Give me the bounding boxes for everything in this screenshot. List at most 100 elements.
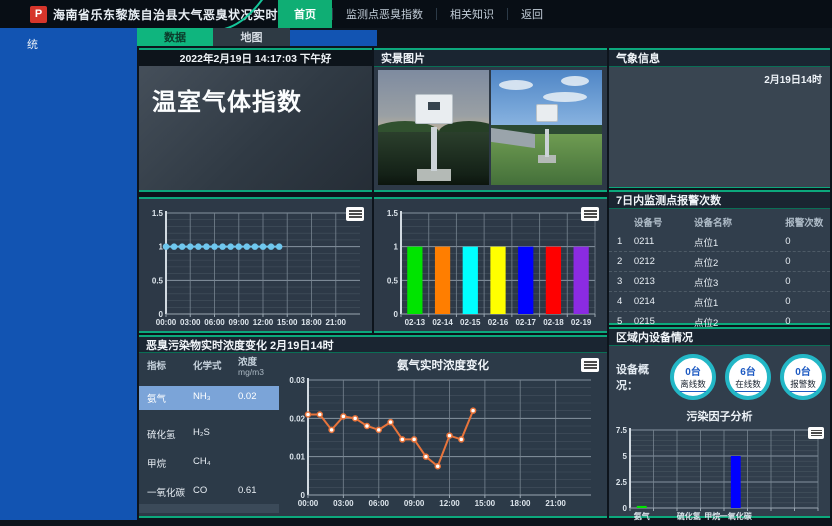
dashboard: P 海南省乐东黎族自治县大气恶臭状况实时发布系 首页 监测点恶臭指数 相关知识 … (0, 0, 832, 520)
svg-text:06:00: 06:00 (204, 318, 225, 327)
ammonia-chart-area: 氨气实时浓度变化 00.010.020.0300:0003:0006:0009:… (279, 353, 607, 513)
svg-text:12:00: 12:00 (253, 318, 274, 327)
panel-area-devices: 区域内设备情况 设备概况： 0台 离线数 6台 在线数 0台 报警数 污染因子分… (609, 327, 830, 518)
ammonia-chart-title: 氨气实时浓度变化 (279, 353, 607, 373)
devices-panel-title: 区域内设备情况 (609, 329, 830, 346)
tabbar-blue-strip (290, 30, 377, 46)
svg-text:21:00: 21:00 (326, 318, 347, 327)
pollutant-table: 指标 化学式 浓度 mg/m3 氨气 NH₃ 0.02 硫化氢 H₂S (139, 353, 279, 513)
table-row: 1 0211 点位1 0 (609, 232, 830, 252)
svg-text:0.03: 0.03 (289, 376, 305, 385)
svg-text:09:00: 09:00 (404, 499, 425, 508)
teal-curve-decoration (218, 0, 278, 28)
photo-gallery (374, 67, 607, 188)
device-overview-label: 设备概况： (616, 361, 670, 393)
nav-item-odor-index[interactable]: 监测点恶臭指数 (333, 1, 436, 27)
weather-body: 2月19日14时 (609, 67, 830, 187)
svg-text:1: 1 (394, 243, 399, 252)
photos-panel-title: 实景图片 (374, 50, 607, 67)
app-logo-icon: P (30, 6, 47, 23)
panel-alarm-counts: 7日内监测点报警次数 设备号 设备名称 报警次数 1 0211 点位1 0 (609, 190, 830, 325)
tab-data[interactable]: 数据 (137, 28, 213, 46)
nav-item-knowledge[interactable]: 相关知识 (437, 1, 507, 27)
chart-menu-icon[interactable] (346, 207, 364, 221)
svg-text:1.5: 1.5 (152, 209, 164, 218)
svg-text:0.5: 0.5 (152, 276, 164, 285)
svg-text:0: 0 (394, 310, 399, 319)
top-bar: P 海南省乐东黎族自治县大气恶臭状况实时发布系 首页 监测点恶臭指数 相关知识 … (0, 0, 832, 28)
table-row: 2 0212 点位2 0 (609, 252, 830, 272)
svg-text:02-15: 02-15 (460, 318, 481, 327)
pollutants-panel-title: 恶臭污染物实时浓度变化 2月19日14时 (139, 337, 607, 353)
pollutant-row-h2s[interactable]: 硫化氢 H₂S (139, 422, 279, 446)
svg-text:18:00: 18:00 (510, 499, 531, 508)
device-stats-row: 设备概况： 0台 离线数 6台 在线数 0台 报警数 (609, 346, 830, 404)
main-nav: 首页 监测点恶臭指数 相关知识 返回 (278, 0, 556, 28)
panel-odor-pollutants: 恶臭污染物实时浓度变化 2月19日14时 指标 化学式 浓度 mg/m3 氨气 … (139, 335, 607, 518)
weather-panel-title: 气象信息 (609, 50, 830, 67)
svg-text:02-18: 02-18 (543, 318, 564, 327)
svg-text:12:00: 12:00 (439, 499, 460, 508)
stat-online-count: 6台 在线数 (725, 354, 771, 400)
pollutant-row-ammonia[interactable]: 氨气 NH₃ 0.02 (139, 386, 279, 410)
pollutant-table-header: 指标 化学式 浓度 mg/m3 (139, 353, 279, 381)
svg-text:03:00: 03:00 (333, 499, 354, 508)
alarms-panel-title: 7日内监测点报警次数 (609, 192, 830, 209)
monitoring-station (378, 70, 489, 185)
concentration-unit: mg/m3 (238, 367, 264, 377)
sidebar-label: 统 (0, 28, 137, 52)
monitoring-station (491, 70, 602, 185)
svg-text:1.5: 1.5 (387, 209, 399, 218)
svg-text:7.5: 7.5 (616, 426, 628, 435)
pollutant-row-ch4[interactable]: 甲烷 CH₄ (139, 451, 279, 475)
svg-text:02-14: 02-14 (432, 318, 453, 327)
pollution-factor-chart: 02.557.5氨气硫化氢甲烷一氧化碳 (612, 425, 825, 521)
greenhouse-daily-chart: 00.511.502-1302-1402-1502-1602-1702-1802… (377, 203, 604, 329)
tab-map[interactable]: 地图 (213, 28, 290, 46)
panel-weather-info: 气象信息 2月19日14时 (609, 48, 830, 188)
svg-text:15:00: 15:00 (277, 318, 298, 327)
alarm-table-header: 设备号 设备名称 报警次数 (609, 212, 830, 232)
svg-text:02-16: 02-16 (488, 318, 509, 327)
svg-text:18:00: 18:00 (301, 318, 322, 327)
nav-item-back[interactable]: 返回 (508, 1, 556, 27)
panel-greenhouse-line-chart: 00.511.500:0003:0006:0009:0012:0015:0018… (139, 197, 372, 333)
svg-text:02-17: 02-17 (515, 318, 536, 327)
chart-menu-icon[interactable] (808, 427, 824, 439)
svg-text:21:00: 21:00 (545, 499, 566, 508)
svg-text:2.5: 2.5 (616, 478, 628, 487)
sidebar: 统 (0, 28, 137, 520)
site-photo-1 (378, 70, 489, 185)
chart-menu-icon[interactable] (581, 207, 599, 221)
svg-text:03:00: 03:00 (180, 318, 201, 327)
greenhouse-title: 温室气体指数 (139, 66, 372, 117)
greenhouse-hourly-chart: 00.511.500:0003:0006:0009:0012:0015:0018… (142, 203, 369, 329)
table-row: 4 0214 点位1 0 (609, 292, 830, 312)
svg-text:0.02: 0.02 (289, 414, 305, 423)
chart-menu-icon[interactable] (581, 358, 599, 372)
svg-text:0: 0 (623, 504, 628, 513)
factor-analysis-title: 污染因子分析 (609, 404, 830, 425)
panel-greenhouse-index: 2022年2月19日 14:17:03 下午好 温室气体指数 (139, 48, 372, 192)
greenhouse-body: 温室气体指数 (139, 66, 372, 190)
svg-text:00:00: 00:00 (156, 318, 177, 327)
svg-text:15:00: 15:00 (475, 499, 496, 508)
nav-item-home[interactable]: 首页 (278, 0, 332, 28)
svg-text:02-13: 02-13 (405, 318, 426, 327)
site-photo-2 (491, 70, 602, 185)
svg-text:0.01: 0.01 (289, 453, 305, 462)
datetime-bar: 2022年2月19日 14:17:03 下午好 (139, 50, 372, 66)
svg-text:06:00: 06:00 (369, 499, 390, 508)
pollutant-row-co[interactable]: 一氧化碳 CO 0.61 (139, 480, 279, 504)
table-row: 3 0213 点位3 0 (609, 272, 830, 292)
svg-text:5: 5 (623, 452, 628, 461)
panel-daily-bar-chart: 00.511.502-1302-1402-1502-1602-1702-1802… (374, 197, 607, 333)
svg-text:00:00: 00:00 (298, 499, 319, 508)
stat-offline-count: 0台 离线数 (670, 354, 716, 400)
svg-text:02-19: 02-19 (571, 318, 592, 327)
weather-timestamp: 2月19日14时 (764, 71, 822, 86)
pollutant-table-footer (139, 504, 279, 513)
panel-site-photos: 实景图片 (374, 48, 607, 192)
svg-text:09:00: 09:00 (229, 318, 250, 327)
ammonia-line-chart: 00.010.020.0300:0003:0006:0009:0012:0015… (281, 373, 603, 511)
